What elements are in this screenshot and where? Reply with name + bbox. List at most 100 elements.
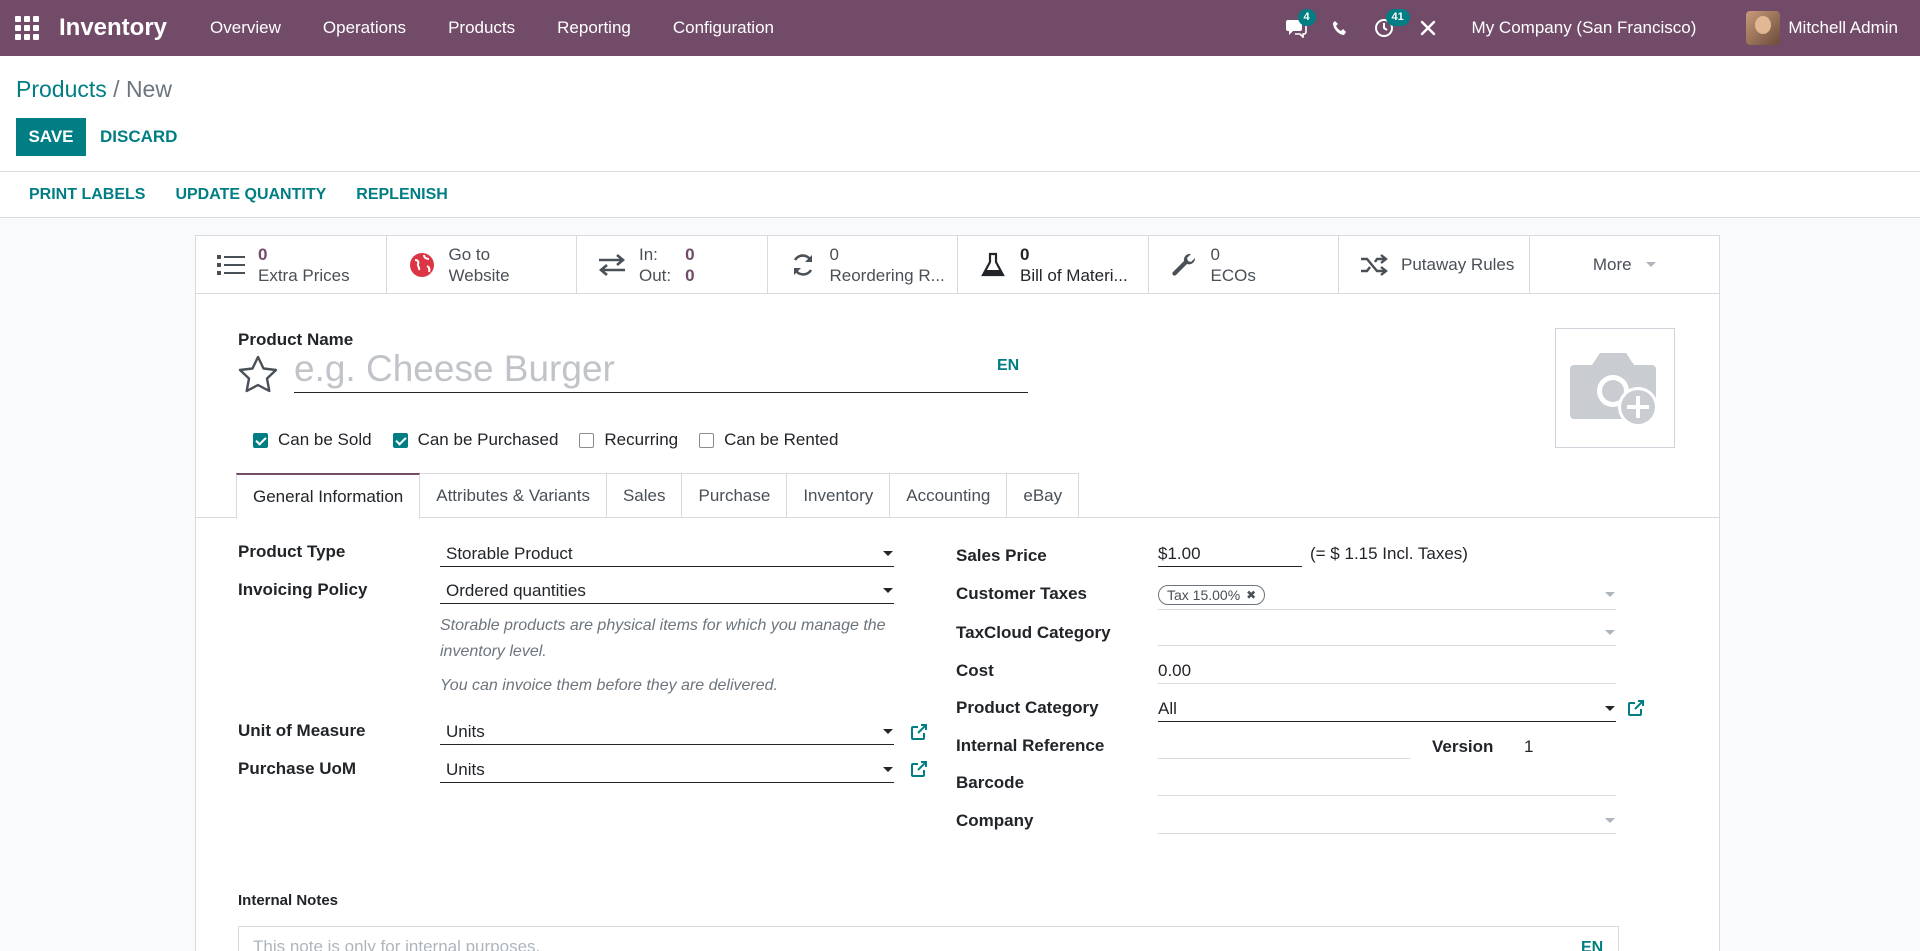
customer-taxes-input[interactable]: Tax 15.00% ✖ (1158, 580, 1616, 610)
external-link-icon[interactable] (1627, 699, 1645, 717)
company-select[interactable] (1158, 808, 1616, 834)
product-image-upload[interactable] (1555, 328, 1675, 448)
external-link-icon[interactable] (910, 723, 928, 741)
menu-products[interactable]: Products (427, 18, 536, 38)
sales-price-incl-taxes: (= $ 1.15 Incl. Taxes) (1310, 544, 1468, 563)
breadcrumb-separator: / (113, 76, 120, 102)
flask-icon (981, 252, 1005, 276)
invoicing-policy-value: Ordered quantities (446, 580, 586, 600)
main-menu: Overview Operations Products Reporting C… (189, 18, 795, 38)
more-button[interactable]: More (1530, 236, 1719, 293)
menu-overview[interactable]: Overview (189, 18, 302, 38)
apps-menu-icon[interactable] (15, 16, 39, 40)
bill-of-materials-button[interactable]: 0 Bill of Materi... (958, 236, 1149, 293)
putaway-rules-button[interactable]: Putaway Rules (1339, 236, 1530, 293)
product-name-lang-button[interactable]: EN (997, 357, 1019, 375)
tab-general-information[interactable]: General Information (236, 473, 421, 519)
bom-count: 0 (1020, 244, 1030, 264)
external-link-icon[interactable] (910, 760, 928, 778)
messages-button[interactable]: 4 (1274, 0, 1318, 56)
tools-icon (1420, 20, 1435, 36)
debug-tools-button[interactable] (1406, 0, 1450, 56)
unit-of-measure-select[interactable]: Units (440, 719, 894, 745)
discard-button[interactable]: DISCARD (100, 118, 177, 156)
product-category-label: Product Category (956, 698, 1099, 717)
action-bar: PRINT LABELS UPDATE QUANTITY REPLENISH (0, 172, 1920, 218)
product-name-input[interactable]: e.g. Cheese Burger (294, 348, 1028, 393)
user-avatar[interactable] (1746, 11, 1781, 45)
recurring-checkbox[interactable]: Recurring (579, 430, 678, 450)
reordering-rules-button[interactable]: 0 Reordering R... (768, 236, 958, 293)
tab-attributes-variants[interactable]: Attributes & Variants (420, 473, 607, 518)
company-switcher[interactable]: My Company (San Francisco) (1472, 18, 1697, 38)
menu-operations[interactable]: Operations (302, 18, 427, 38)
breadcrumb-products-link[interactable]: Products (16, 76, 107, 102)
taxcloud-category-select[interactable] (1158, 620, 1616, 646)
ecos-button[interactable]: 0 ECOs (1149, 236, 1339, 293)
remove-tag-icon[interactable]: ✖ (1246, 588, 1256, 602)
product-type-value: Storable Product (446, 543, 573, 563)
app-title[interactable]: Inventory (59, 14, 167, 42)
unit-of-measure-label: Unit of Measure (238, 721, 366, 740)
out-label: Out: (639, 265, 672, 285)
product-category-value: All (1158, 698, 1177, 718)
update-quantity-button[interactable]: UPDATE QUANTITY (175, 186, 326, 204)
purchase-uom-select[interactable]: Units (440, 757, 894, 783)
refresh-icon (793, 253, 812, 276)
print-labels-button[interactable]: PRINT LABELS (29, 186, 145, 204)
product-type-select[interactable]: Storable Product (440, 541, 894, 567)
ecos-count: 0 (1210, 244, 1220, 264)
can-be-sold-checkbox[interactable]: Can be Sold (253, 430, 372, 450)
can-be-rented-checkbox[interactable]: Can be Rented (699, 430, 838, 450)
can-be-rented-label: Can be Rented (724, 430, 839, 449)
phone-button[interactable] (1318, 0, 1362, 56)
tab-purchase[interactable]: Purchase (682, 473, 788, 518)
can-be-purchased-checkbox[interactable]: Can be Purchased (392, 430, 558, 450)
product-name-label: Product Name (238, 330, 354, 349)
in-out-button[interactable]: In: Out: 00 (577, 236, 768, 293)
putaway-label: Putaway Rules (1401, 255, 1515, 274)
menu-reporting[interactable]: Reporting (536, 18, 652, 38)
barcode-input[interactable] (1158, 770, 1616, 796)
cost-label: Cost (956, 661, 994, 680)
go-to-website-button[interactable]: Go to Website (387, 236, 577, 293)
form-sheet: 0 Extra Prices Go to Website In: Out: 00 0R… (195, 235, 1720, 951)
favorite-star-icon[interactable] (238, 355, 278, 393)
company-label: Company (956, 811, 1034, 830)
caret-down-icon (1605, 818, 1615, 823)
invoicing-help: You can invoice them before they are del… (440, 677, 778, 694)
save-button[interactable]: SAVE (16, 118, 86, 156)
sales-price-value: $1.00 (1158, 543, 1201, 563)
internal-notes-input[interactable]: This note is only for internal purposes.… (238, 926, 1619, 951)
in-label: In: (639, 244, 658, 264)
cost-input[interactable]: 0.00 (1158, 658, 1616, 684)
sales-price-input[interactable]: $1.00 (1158, 541, 1302, 567)
camera-plus-icon (1570, 353, 1658, 427)
list-icon (217, 254, 245, 275)
caret-down-icon (1605, 630, 1615, 635)
extra-prices-button[interactable]: 0 Extra Prices (196, 236, 387, 293)
menu-configuration[interactable]: Configuration (652, 18, 795, 38)
user-menu[interactable]: Mitchell Admin (1788, 18, 1898, 38)
internal-reference-input[interactable] (1158, 733, 1410, 759)
recurring-label: Recurring (604, 430, 679, 449)
invoicing-policy-label: Invoicing Policy (238, 580, 368, 599)
smart-button-box: 0 Extra Prices Go to Website In: Out: 00 0R… (196, 236, 1719, 294)
internal-notes-placeholder: This note is only for internal purposes. (253, 937, 541, 951)
breadcrumb-current: New (125, 76, 172, 102)
tab-inventory[interactable]: Inventory (787, 473, 891, 518)
product-name-placeholder: e.g. Cheese Burger (294, 348, 615, 389)
replenish-button[interactable]: REPLENISH (356, 186, 448, 204)
tax-tag[interactable]: Tax 15.00% ✖ (1158, 584, 1266, 605)
product-category-select[interactable]: All (1158, 696, 1616, 722)
sales-price-label: Sales Price (956, 546, 1047, 565)
version-label: Version (1432, 737, 1494, 756)
tab-accounting[interactable]: Accounting (890, 473, 1008, 518)
tab-ebay[interactable]: eBay (1007, 473, 1080, 518)
internal-notes-lang-button[interactable]: EN (1581, 939, 1603, 951)
invoicing-policy-select[interactable]: Ordered quantities (440, 578, 894, 604)
activities-button[interactable]: 41 (1362, 0, 1410, 56)
bom-label: Bill of Materi... (1020, 265, 1128, 285)
globe-icon (409, 252, 434, 277)
tab-sales[interactable]: Sales (606, 473, 683, 518)
